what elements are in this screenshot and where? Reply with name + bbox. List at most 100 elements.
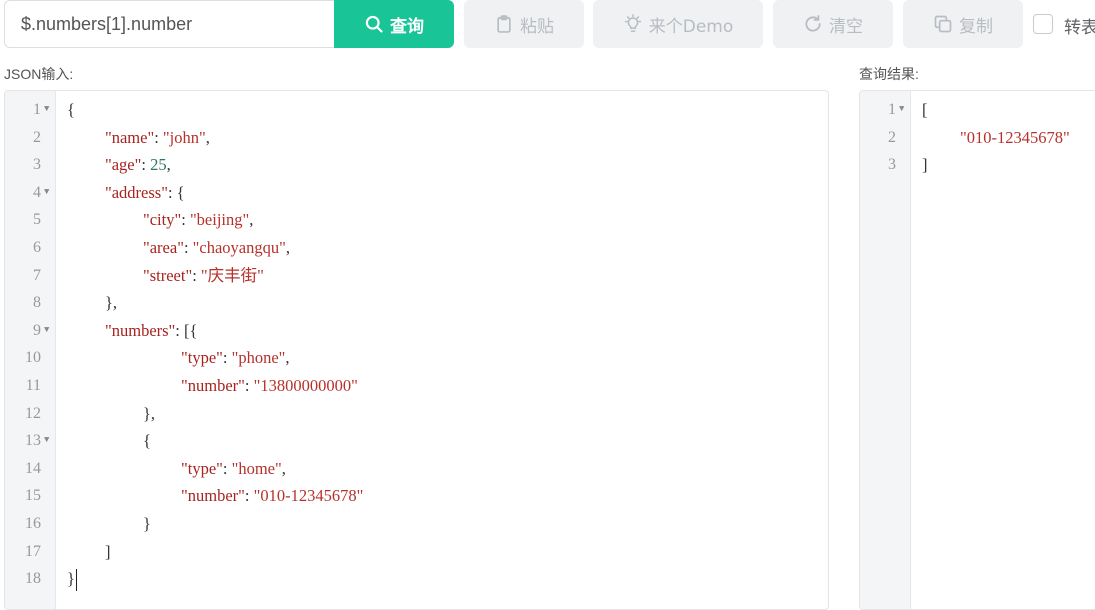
fold-toggle-icon[interactable]: ▼	[899, 96, 904, 124]
paste-button-label: 粘贴	[520, 16, 554, 37]
line-number: 2	[888, 128, 896, 146]
line-number: 17	[25, 542, 41, 560]
json-key: "number"	[181, 486, 245, 506]
code-line: 13 ▼ {	[5, 427, 828, 455]
line-number: 1	[33, 101, 41, 118]
code-line: 2 "010-12345678"	[860, 124, 1095, 152]
copy-button-label: 复制	[959, 16, 993, 37]
json-punctuation: :	[244, 376, 254, 395]
code-text: ]	[105, 538, 111, 566]
json-punctuation: :	[181, 210, 190, 230]
json-punctuation: ,	[285, 238, 290, 257]
json-string: "010-12345678"	[960, 127, 1070, 147]
code-line: 9 ▼ "numbers": [{	[5, 317, 828, 345]
json-punctuation: ,	[205, 127, 210, 147]
line-number: 5	[33, 211, 41, 229]
query-result-editor[interactable]: 1 ▼ [2 "010-12345678" 3]	[859, 90, 1095, 610]
code-line: 3 "age": 25,	[5, 151, 828, 179]
code-line: 3]	[860, 151, 1095, 179]
json-punctuation: ]	[105, 541, 111, 561]
json-key: "address"	[105, 182, 168, 202]
code-line: 5 "city": "beijing",	[5, 206, 828, 234]
code-text: "age": 25,	[105, 151, 171, 179]
query-result-label: 查询结果:	[859, 66, 919, 82]
paste-button[interactable]: 粘贴	[464, 0, 584, 48]
json-punctuation: },	[143, 403, 156, 423]
json-punctuation: ]	[922, 155, 928, 175]
demo-button-label: 来个Demo	[648, 16, 734, 37]
code-line: 18}	[5, 565, 828, 593]
json-string: "庆丰街"	[200, 265, 264, 285]
copy-icon	[934, 15, 952, 33]
json-punctuation: [	[922, 100, 928, 119]
refresh-icon	[805, 15, 821, 32]
code-text: "number": "010-12345678"	[181, 482, 363, 510]
code-text: }	[143, 510, 151, 538]
code-text: },	[105, 289, 117, 317]
json-key: "type"	[181, 348, 223, 368]
line-number: 7	[33, 266, 41, 284]
json-punctuation: : [{	[175, 320, 198, 340]
code-line: 1 ▼ {	[5, 96, 828, 124]
code-text: [	[922, 96, 928, 124]
code-text: {	[67, 96, 75, 124]
demo-button[interactable]: 来个Demo	[593, 0, 763, 48]
code-text: "type": "home",	[181, 455, 286, 483]
json-punctuation: :	[222, 348, 232, 368]
jsonpath-query-input[interactable]	[4, 0, 334, 48]
json-key: "street"	[143, 265, 193, 285]
line-number: 9	[33, 321, 41, 339]
json-punctuation: ,	[249, 210, 254, 230]
json-punctuation: :	[192, 265, 201, 285]
clipboard-icon	[497, 15, 511, 33]
query-button-label: 查询	[390, 16, 424, 37]
code-text: },	[143, 400, 155, 428]
json-punctuation: {	[143, 431, 151, 451]
json-key: "number"	[181, 376, 245, 395]
copy-button[interactable]: 复制	[903, 0, 1023, 48]
json-punctuation: : {	[167, 182, 185, 202]
json-punctuation: ,	[285, 348, 290, 368]
fold-toggle-icon[interactable]: ▼	[44, 427, 49, 455]
line-number: 3	[888, 156, 896, 174]
json-string: "chaoyangqu"	[192, 238, 286, 257]
line-number: 8	[33, 294, 41, 312]
code-text: "010-12345678"	[960, 124, 1070, 152]
line-number: 1	[888, 101, 896, 118]
json-key: "name"	[105, 127, 155, 147]
line-number: 12	[25, 404, 41, 422]
line-number: 6	[33, 239, 41, 256]
clear-button-label: 清空	[829, 16, 863, 37]
json-string: "010-12345678"	[253, 486, 364, 506]
json-number: 25	[150, 155, 167, 175]
json-input-editor[interactable]: 1 ▼{2 "name": "john", 3 "age": 25, 4 ▼ "address…	[4, 90, 829, 610]
text-cursor	[75, 569, 77, 592]
code-line: 12},	[5, 400, 828, 428]
json-punctuation: }	[67, 569, 75, 589]
code-line: 1 ▼ [	[860, 96, 1095, 124]
json-key: "city"	[143, 210, 182, 230]
json-string: "phone"	[231, 348, 286, 368]
line-number: 15	[25, 487, 41, 505]
clear-button[interactable]: 清空	[773, 0, 893, 48]
code-line: 16}	[5, 510, 828, 538]
json-punctuation: ,	[166, 155, 171, 175]
escape-checkbox[interactable]	[1033, 14, 1053, 34]
json-punctuation: :	[141, 155, 151, 175]
json-punctuation: :	[222, 458, 232, 478]
json-punctuation: }	[143, 514, 151, 533]
json-punctuation: {	[67, 100, 75, 119]
fold-toggle-icon[interactable]: ▼	[44, 179, 49, 207]
code-text: {	[143, 427, 151, 455]
line-number: 18	[25, 570, 41, 588]
line-number: 16	[25, 515, 41, 532]
line-number: 4	[33, 183, 41, 201]
fold-toggle-icon[interactable]: ▼	[44, 317, 49, 345]
query-button[interactable]: 查询	[334, 0, 454, 48]
line-number: 2	[33, 128, 41, 146]
line-number: 10	[25, 349, 41, 367]
json-punctuation: :	[244, 486, 254, 506]
code-text: "number": "13800000000"	[181, 372, 358, 400]
code-text: "address": {	[105, 179, 185, 207]
fold-toggle-icon[interactable]: ▼	[44, 96, 49, 124]
